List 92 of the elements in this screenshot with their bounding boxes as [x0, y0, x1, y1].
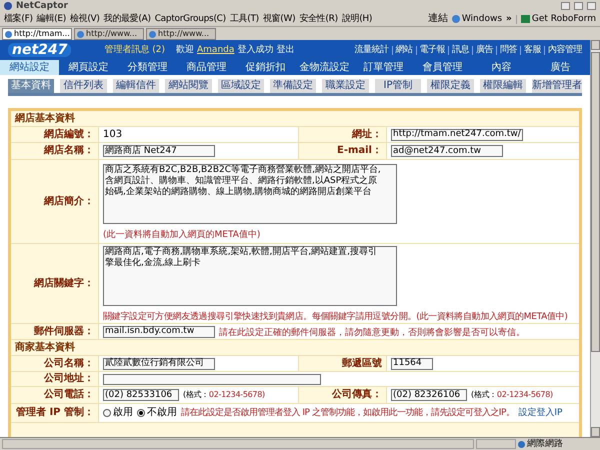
header-link[interactable]: 客服 — [524, 46, 545, 54]
radio-icon[interactable] — [137, 409, 145, 417]
subtab[interactable]: 權限編輯 — [480, 79, 526, 93]
input-field[interactable]: 11564 — [391, 358, 433, 370]
input-field[interactable]: 貳陸貳數位行銷有限公司 — [103, 358, 215, 370]
subtab[interactable]: 網站閱覽 — [165, 79, 212, 93]
radio-option[interactable]: 啟用 — [103, 408, 133, 418]
nav-tab[interactable]: 內容 — [472, 60, 531, 75]
subtab[interactable]: 新增管理者 — [532, 79, 582, 93]
header-link[interactable]: 訊息 — [452, 46, 473, 54]
textarea-field[interactable]: 網路商店,電子商務,購物車系統,架站,軟體,開店平台,網站建置,搜尋引擎最佳化,金流,線上刷卡 — [103, 246, 397, 306]
nav-tab[interactable]: 訂單管理 — [354, 60, 413, 75]
format-hint: (格式：02-1234-5678) — [471, 391, 553, 399]
note-text: (此一資料將自動加入網頁的META值中) — [103, 230, 262, 240]
header-link[interactable]: 問答 — [500, 46, 521, 54]
menu-item[interactable]: CaptorGroups(C) — [154, 14, 226, 24]
input-field[interactable]: ad@net247.com.tw — [391, 145, 503, 157]
note-text: 請在此設定是否啟用管理者登入 IP 之管制功能，如啟用此一功能，請先設定可登入之IP。 — [181, 408, 514, 418]
input-field[interactable]: mail.isn.bdy.com.tw — [103, 326, 215, 338]
app-icon — [4, 2, 12, 10]
radio-icon[interactable] — [103, 409, 111, 417]
login-status: 登入成功 — [237, 46, 274, 54]
input-field[interactable]: http://tmam.net247.com.tw/ — [391, 128, 523, 140]
subtab[interactable]: 基本資料 — [8, 79, 54, 93]
subtab[interactable]: IP管制 — [374, 79, 422, 93]
notice-link[interactable]: 管理者訊息 (2) — [104, 46, 165, 54]
menu-item[interactable]: 安全性(R) — [299, 14, 338, 24]
field-label: 網店簡介： — [44, 196, 94, 206]
nav-tab[interactable]: 網站設定 — [0, 60, 59, 75]
field-label: 網店編號： — [44, 130, 94, 140]
note-text: 關鍵字設定可方便網友透過搜尋引擎快速找到貴網店。每個關鍵字請用逗號分開。(此一資料將自動加入網頁的META值中) — [103, 312, 569, 322]
field-label: E-mail： — [336, 146, 382, 156]
welcome-text: 歡迎 — [176, 46, 194, 54]
subtab[interactable]: 準備設定 — [270, 79, 316, 93]
field-label: 郵遞區號 — [342, 358, 382, 368]
header-link[interactable]: 網站 — [396, 46, 416, 54]
link-button[interactable]: Windows — [452, 14, 502, 24]
set-ip-link[interactable]: 設定登入IP — [518, 408, 562, 418]
field-label: 網店關鍵字： — [34, 278, 94, 288]
links-label: 連結 — [428, 14, 448, 24]
field-label: 公司傳真： — [332, 390, 382, 400]
field-label: 公司名稱： — [44, 358, 94, 368]
user-name: Amanda — [197, 46, 234, 54]
subtab[interactable]: 權限定義 — [427, 79, 474, 93]
menu-item[interactable]: 編輯(E) — [36, 14, 66, 24]
browser-tab[interactable]: http://tmam... — [2, 28, 72, 40]
subtab[interactable]: 信件列表 — [60, 79, 107, 93]
header-link[interactable]: 電子報 — [420, 46, 449, 54]
window-title: NetCaptor — [16, 2, 68, 10]
menu-item[interactable]: 我的最愛(A) — [104, 14, 151, 24]
subtab[interactable]: 編輯信件 — [112, 79, 160, 93]
input-field[interactable]: 網路商店 Net247 — [103, 145, 215, 157]
field-label: 公司電話： — [44, 390, 94, 400]
field-value: 103 — [103, 130, 122, 140]
menu-item[interactable]: 說明(H) — [342, 14, 372, 24]
roboform-button[interactable]: Get RoboForm — [516, 14, 596, 24]
input-field[interactable]: (02) 82326106 — [391, 389, 467, 401]
field-label: 公司地址： — [44, 374, 94, 384]
header-link[interactable]: 廣告 — [476, 46, 497, 54]
note-text: 請在此設定正確的郵件伺服器，請勿隨意更動，否則將會影響是否可以寄信。 — [219, 328, 525, 338]
field-label: 網址： — [352, 130, 382, 140]
nav-tab[interactable]: 網頁設定 — [59, 60, 118, 75]
nav-tab[interactable]: 促銷折扣 — [236, 60, 295, 75]
status-zone: 網際網路 — [518, 440, 598, 448]
field-label: 郵件伺服器： — [34, 326, 94, 336]
radio-option[interactable]: 不啟用 — [137, 408, 177, 418]
chevron-button[interactable]: » — [506, 14, 512, 24]
menu-item[interactable]: 工具(T) — [230, 14, 259, 24]
header-link[interactable]: 內容管理 — [548, 46, 582, 54]
menu-item[interactable]: 檢視(V) — [70, 14, 100, 24]
browser-tab[interactable]: http://www... — [74, 28, 144, 40]
browser-tab[interactable]: http://www... — [146, 28, 216, 40]
format-hint: (格式：02-1234-5678) — [183, 391, 265, 399]
menu-item[interactable]: 視窗(W) — [262, 14, 296, 24]
menu-item[interactable]: 檔案(F) — [4, 14, 33, 24]
scrollbar[interactable] — [590, 40, 600, 437]
input-field[interactable] — [103, 374, 321, 384]
nav-tab[interactable]: 分類管理 — [118, 60, 177, 75]
field-label: 網店名稱： — [44, 146, 94, 156]
field-label: 管理者 IP 管制： — [16, 408, 94, 418]
textarea-field[interactable]: 商店之系統有B2C,B2B,B2B2C等電子商務營業軟體,網站之開店平台,含網頁設計、購物車、知識管理平台、網路行銷軟體,以ASP程式之原始碼,企業架站的網路購物、線上購物,購物商城的網路開店創業平台 — [103, 164, 397, 224]
nav-tab[interactable]: 會員管理 — [413, 60, 472, 75]
header-link[interactable]: 流量統計 — [354, 46, 392, 54]
logo: net247 — [8, 43, 72, 57]
nav-tab[interactable]: 商品管理 — [177, 60, 236, 75]
subtab[interactable]: 職業設定 — [322, 79, 369, 93]
status-panel — [476, 439, 516, 449]
input-field[interactable]: (02) 82533106 — [103, 389, 179, 401]
nav-tab[interactable]: 金物流設定 — [295, 60, 354, 75]
subtab[interactable]: 區域設定 — [218, 79, 264, 93]
nav-tab[interactable]: 廣告 — [531, 60, 590, 75]
logout-link[interactable]: 登出 — [276, 46, 294, 54]
